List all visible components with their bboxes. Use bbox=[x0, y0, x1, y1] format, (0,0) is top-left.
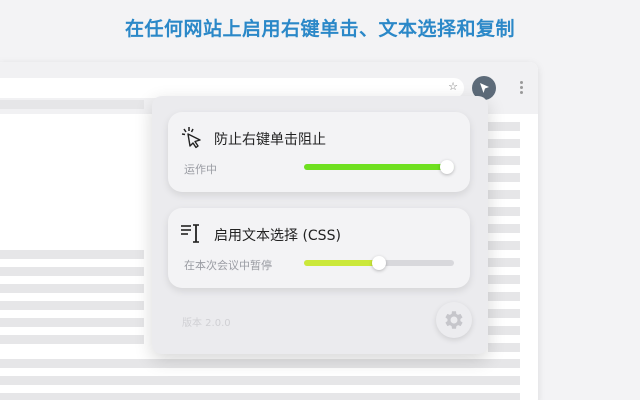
page-content-line bbox=[488, 139, 520, 148]
page-content-line bbox=[0, 250, 144, 259]
address-bar[interactable] bbox=[0, 78, 464, 98]
card-status: 在本次会议中暂停 bbox=[184, 259, 272, 272]
page-content-line bbox=[488, 326, 520, 335]
page-content-line bbox=[488, 190, 520, 199]
page-content-line bbox=[488, 343, 520, 352]
slider-knob[interactable] bbox=[372, 256, 386, 270]
slider-knob[interactable] bbox=[440, 160, 454, 174]
more-vertical-icon[interactable] bbox=[518, 80, 524, 96]
page-content-line bbox=[0, 100, 144, 109]
page-content-line bbox=[488, 173, 520, 182]
page-content-line bbox=[0, 284, 144, 293]
page-content-line bbox=[488, 292, 520, 301]
page-content-line bbox=[488, 224, 520, 233]
card-title: 防止右键单击阻止 bbox=[214, 132, 326, 148]
slider-fill bbox=[304, 164, 454, 170]
page-content-line bbox=[0, 267, 144, 276]
page-content-line bbox=[0, 393, 520, 400]
page-content-line bbox=[0, 301, 144, 310]
page-content-line bbox=[488, 258, 520, 267]
page-content-line bbox=[488, 156, 520, 165]
settings-button[interactable] bbox=[436, 302, 472, 338]
click-cursor-icon bbox=[180, 126, 204, 150]
star-icon[interactable]: ☆ bbox=[446, 80, 460, 94]
page-content-line bbox=[0, 359, 520, 368]
page-content-line bbox=[488, 309, 520, 318]
slider-fill bbox=[304, 260, 379, 266]
text-select-icon bbox=[180, 222, 204, 246]
headline: 在任何网站上启用右键单击、文本选择和复制 bbox=[124, 18, 515, 40]
page-content-line bbox=[488, 241, 520, 250]
extension-popup: 防止右键单击阻止 运作中 启用文本选择 (CSS) 在本次会议中暂停 版本 2.… bbox=[152, 96, 488, 354]
card-title: 启用文本选择 (CSS) bbox=[214, 228, 341, 244]
page-content-line bbox=[0, 335, 144, 344]
page-content-line bbox=[488, 275, 520, 284]
page-content-line bbox=[488, 207, 520, 216]
page-content-line bbox=[0, 376, 520, 385]
page-content-line bbox=[0, 318, 144, 327]
card-status: 运作中 bbox=[184, 163, 217, 176]
card-text-select[interactable]: 启用文本选择 (CSS) 在本次会议中暂停 bbox=[168, 208, 470, 288]
toggle-slider[interactable] bbox=[304, 256, 454, 270]
toggle-slider[interactable] bbox=[304, 160, 454, 174]
page-content-line bbox=[488, 122, 520, 131]
card-right-click[interactable]: 防止右键单击阻止 运作中 bbox=[168, 112, 470, 192]
version-label: 版本 2.0.0 bbox=[182, 318, 231, 329]
